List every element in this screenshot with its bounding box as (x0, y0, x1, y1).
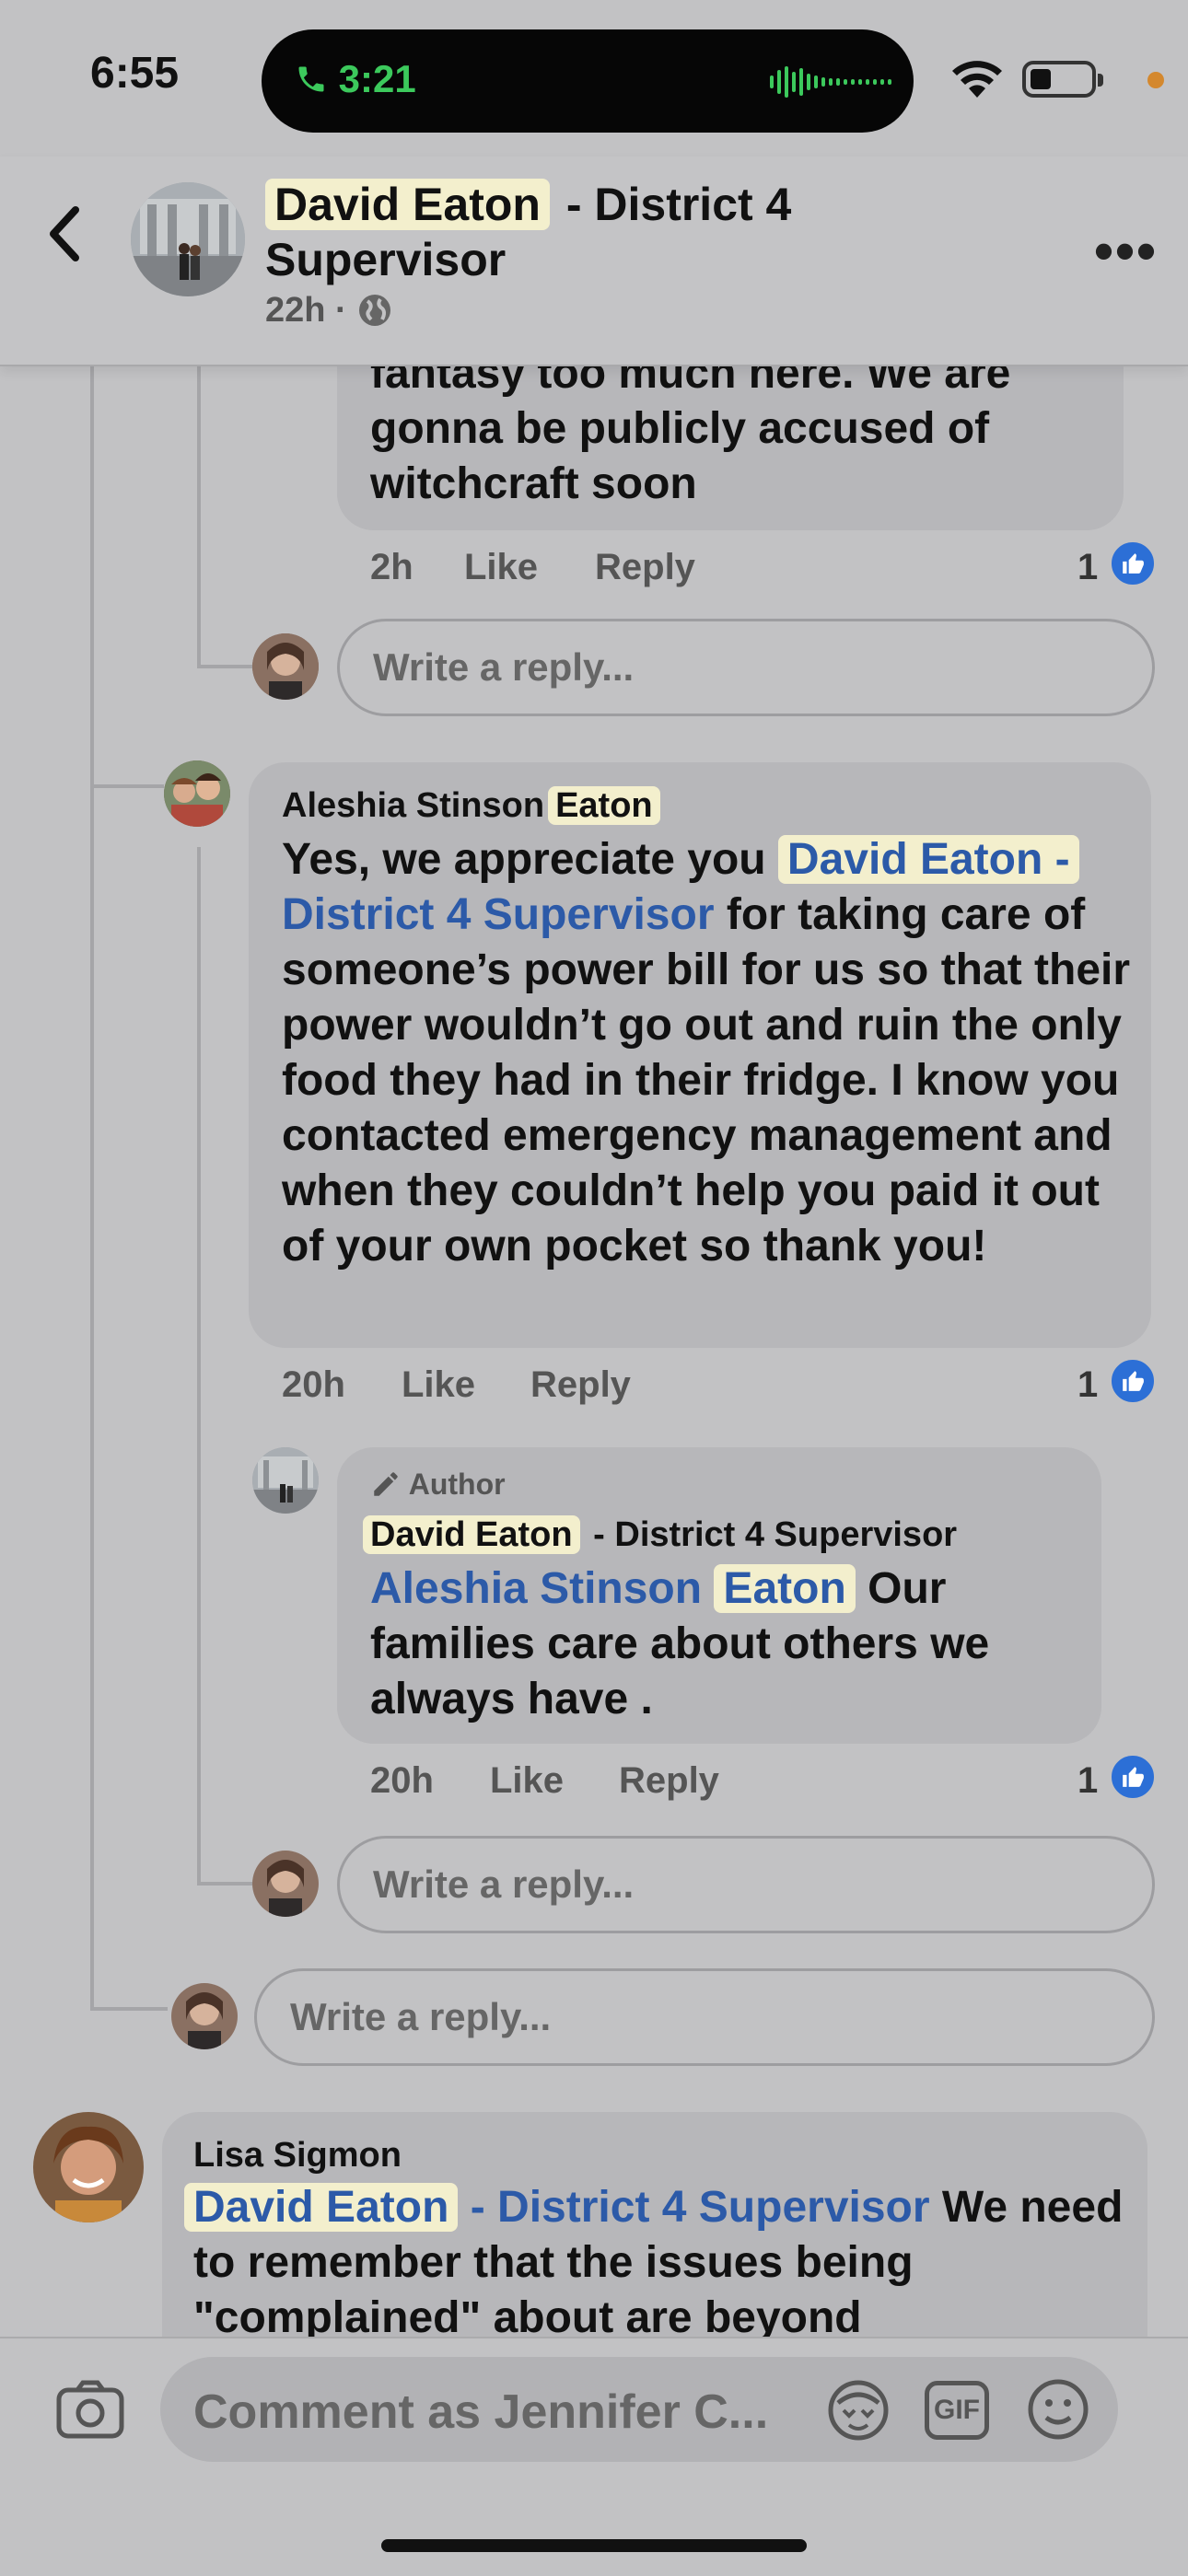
comment-text: fantasy too much here. We are gonna be p… (370, 349, 1011, 508)
comment-time: 2h (370, 547, 413, 587)
battery-icon (1022, 61, 1103, 98)
comment-bubble[interactable]: Author David Eaton - District 4 Supervis… (337, 1447, 1101, 1744)
mention-link[interactable]: - District 4 Supervisor (458, 2183, 930, 2232)
like-button[interactable]: Like (464, 547, 538, 588)
wifi-icon (952, 61, 1002, 98)
comment-bubble[interactable]: Aleshia Stinson Eaton Yes, we appreciate … (249, 762, 1151, 1348)
like-count: 1 (1077, 1760, 1099, 1801)
globe-icon (356, 291, 393, 330)
name-highlight: David Eaton (265, 179, 550, 230)
phone-icon (295, 57, 339, 100)
camera-icon[interactable] (55, 2379, 125, 2444)
dynamic-island-call[interactable]: 3:21 (262, 29, 914, 133)
commenter-name[interactable]: David Eaton - District 4 Supervisor (363, 1515, 957, 1555)
mention-link[interactable]: David Eaton (184, 2183, 459, 2232)
reply-input[interactable]: Write a reply... (254, 1968, 1155, 2066)
comment-text: Yes, we appreciate you David Eaton - Dis… (282, 835, 1131, 1271)
thread-line (197, 1882, 252, 1886)
like-count: 1 (1077, 547, 1099, 587)
meta-separator: · (335, 291, 347, 330)
comment-time: 20h (370, 1760, 434, 1801)
privacy-indicator-dot (1147, 72, 1164, 88)
audio-waveform-icon (770, 66, 891, 98)
like-button[interactable]: Like (402, 1364, 475, 1406)
thread-line (90, 365, 94, 788)
status-time: 6:55 (90, 49, 180, 98)
back-chevron-icon[interactable] (44, 204, 85, 278)
thread-line (197, 665, 252, 668)
user-avatar (171, 1983, 238, 2049)
reply-input[interactable]: Write a reply... (337, 619, 1155, 716)
reply-button[interactable]: Reply (619, 1760, 719, 1802)
mention-link[interactable]: David Eaton - (777, 835, 1079, 884)
commenter-avatar[interactable] (33, 2112, 144, 2222)
user-avatar (252, 633, 319, 700)
post-time: 22h (265, 291, 326, 330)
comment-text: Aleshia Stinson Eaton Our families care … (370, 1564, 990, 1723)
commenter-name[interactable]: Aleshia Stinson Eaton (282, 786, 664, 826)
thread-line (90, 784, 164, 788)
reply-button[interactable]: Reply (530, 1364, 631, 1406)
user-avatar (252, 1851, 319, 1917)
reply-button[interactable]: Reply (595, 547, 695, 588)
thread-line (90, 2007, 168, 2011)
comment-text: David Eaton - District 4 Supervisor We n… (184, 2180, 1124, 2346)
thumbs-up-icon (1109, 1753, 1157, 1801)
like-count: 1 (1077, 1364, 1099, 1405)
author-badge: Author (370, 1468, 506, 1502)
like-button[interactable]: Like (490, 1760, 564, 1802)
mention-link[interactable]: District 4 Supervisor (282, 890, 715, 939)
commenter-name[interactable]: Lisa Sigmon (193, 2136, 402, 2176)
gif-icon[interactable]: GIF (925, 2381, 989, 2440)
pencil-icon (370, 1468, 409, 1501)
thread-line (197, 847, 201, 1886)
avatar-sticker-icon[interactable] (823, 2379, 893, 2446)
thumbs-up-icon (1109, 540, 1157, 587)
author-avatar[interactable] (252, 1447, 319, 1514)
home-indicator[interactable] (381, 2539, 807, 2552)
post-meta: 22h · (265, 291, 393, 331)
call-timer: 3:21 (338, 57, 416, 100)
thread-line (90, 788, 94, 2011)
commenter-avatar[interactable] (164, 760, 230, 827)
emoji-icon[interactable] (1026, 2377, 1090, 2446)
name-highlight: Eaton (548, 786, 660, 825)
thread-line (197, 365, 201, 668)
thumbs-up-icon (1109, 1357, 1157, 1405)
page-title[interactable]: David Eaton - District 4 Supervisor (265, 177, 928, 287)
call-indicator: 3:21 (295, 57, 416, 101)
comment-time: 20h (282, 1364, 345, 1405)
more-options-icon[interactable]: ••• (1094, 219, 1158, 283)
name-highlight: David Eaton (363, 1515, 580, 1554)
reply-input[interactable]: Write a reply... (337, 1836, 1155, 1933)
mention-link[interactable]: Aleshia Stinson (370, 1564, 702, 1613)
mention-link[interactable]: Eaton (714, 1564, 856, 1613)
page-avatar[interactable] (131, 182, 245, 296)
